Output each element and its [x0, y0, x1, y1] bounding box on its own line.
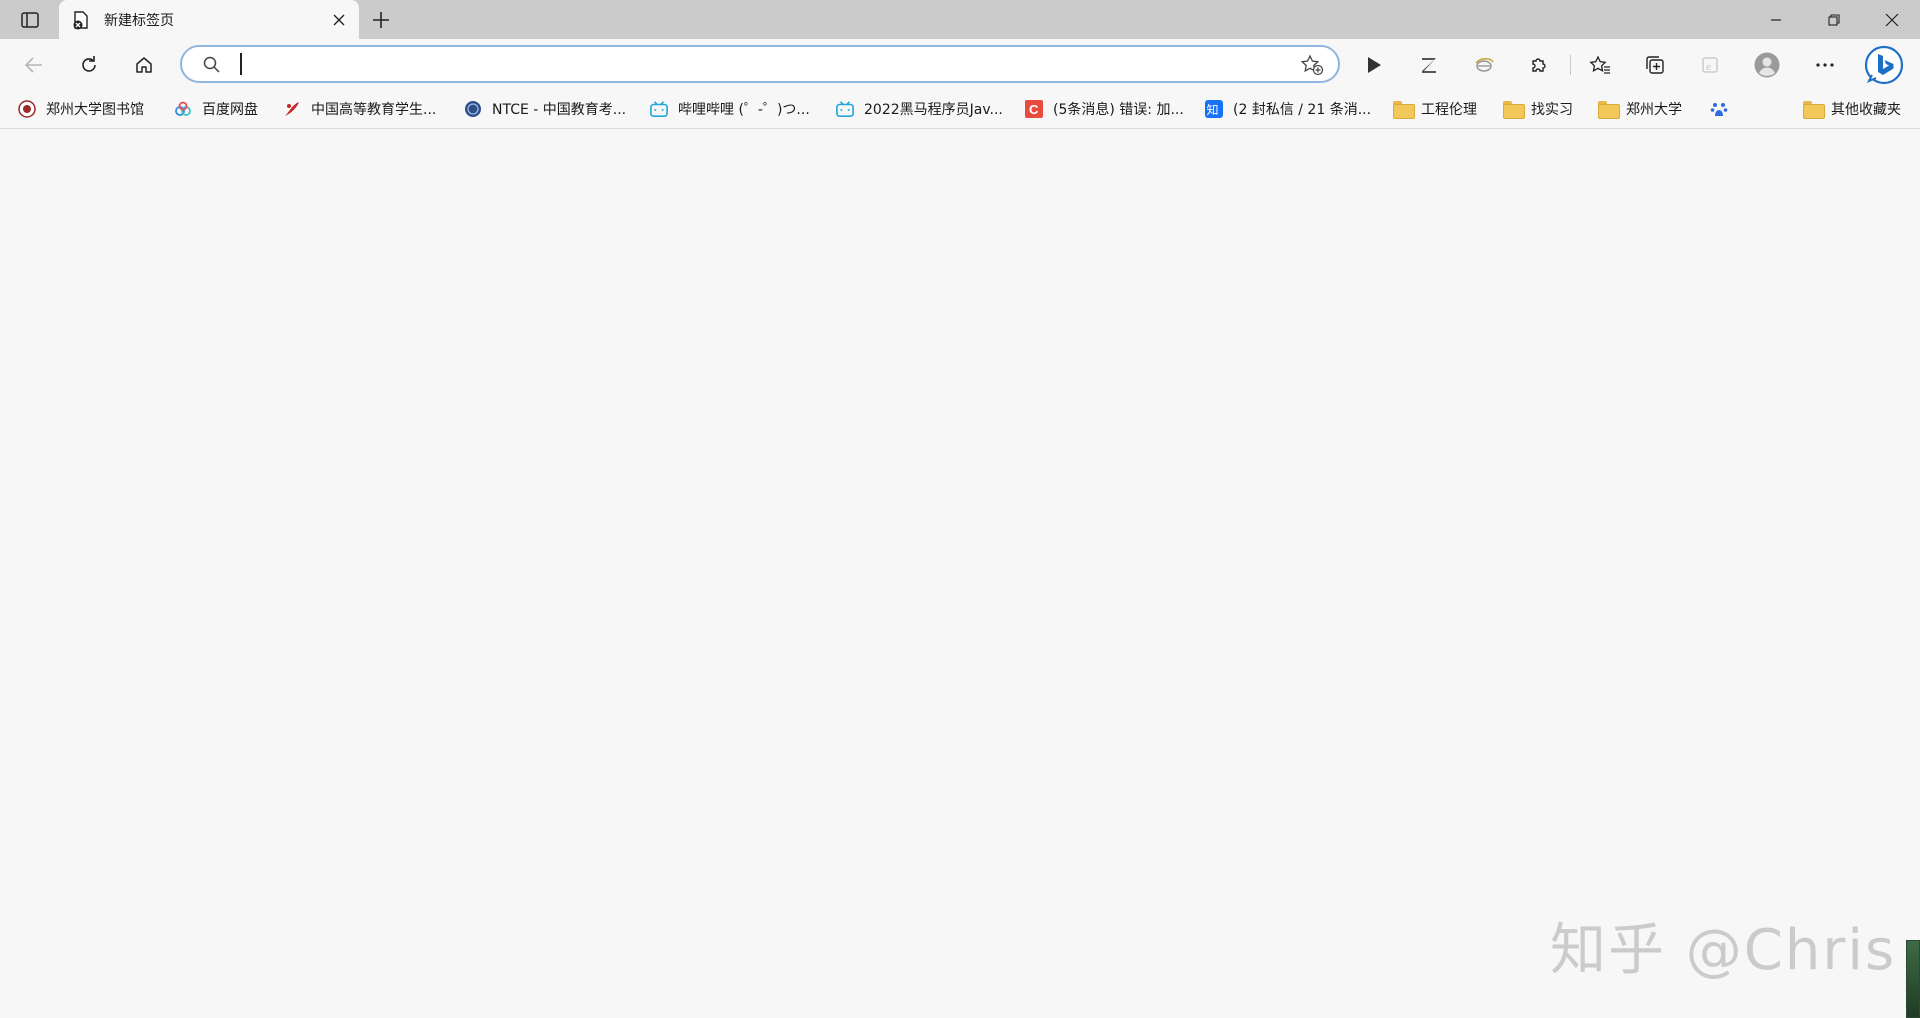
new-tab-button[interactable] — [367, 8, 395, 32]
bookmark-ntce[interactable]: NTCE - 中国教育考... — [464, 97, 626, 121]
toolbar-divider — [1570, 55, 1571, 75]
collections-button[interactable] — [1639, 49, 1671, 81]
bookmark-zzu-library[interactable]: 郑州大学图书馆 — [18, 97, 144, 121]
zhihu-icon: 知 — [1205, 100, 1223, 118]
address-input[interactable] — [240, 53, 1260, 75]
bookmark-baidu[interactable] — [1710, 97, 1738, 121]
bookmark-csdn[interactable]: C (5条消息) 错误: 加... — [1025, 97, 1184, 121]
tab-actions-button[interactable] — [14, 7, 46, 33]
folder-icon — [1598, 100, 1620, 119]
tab-new-tab[interactable]: 新建标签页 — [59, 0, 359, 39]
extensions-button[interactable] — [1523, 49, 1555, 81]
bookmark-bilibili[interactable]: 哔哩哔哩 (゜-゜)つ... — [650, 97, 810, 121]
back-arrow-icon — [24, 57, 42, 73]
plus-icon — [373, 12, 389, 28]
bookmark-label: 郑州大学 — [1626, 102, 1682, 118]
bookmark-folder-ethics[interactable]: 工程伦理 — [1393, 97, 1477, 121]
restore-button[interactable] — [1806, 0, 1862, 39]
home-icon — [136, 57, 152, 73]
extension-z-button[interactable] — [1413, 49, 1445, 81]
bing-icon — [1864, 45, 1904, 85]
folder-icon — [1393, 100, 1415, 119]
profile-button[interactable] — [1751, 49, 1783, 81]
settings-more-button[interactable] — [1809, 49, 1841, 81]
refresh-icon — [82, 56, 96, 72]
new-tab-page-content — [0, 129, 1920, 1018]
side-widget — [1906, 940, 1920, 1018]
bookmark-label: 找实习 — [1531, 102, 1573, 118]
bookmark-baidu-netdisk[interactable]: 百度网盘 — [174, 97, 258, 121]
bookmark-label: NTCE - 中国教育考... — [492, 102, 627, 118]
favorites-button[interactable] — [1584, 49, 1616, 81]
bookmark-label: 2022黑马程序员Jav... — [864, 102, 1003, 118]
window-close-icon — [1885, 13, 1899, 26]
bookmark-folder-zzu[interactable]: 郑州大学 — [1598, 97, 1682, 121]
more-options-icon — [1816, 63, 1834, 67]
baidu-paw-icon — [1710, 100, 1728, 118]
minimize-button[interactable] — [1748, 0, 1804, 39]
collections-icon — [1646, 56, 1664, 74]
new-tab-page-icon — [71, 10, 91, 30]
home-button[interactable] — [128, 49, 160, 81]
extension-ie-button[interactable] — [1468, 49, 1500, 81]
folder-icon — [1803, 100, 1825, 119]
favorites-bar: 郑州大学图书馆 百度网盘 中国高等教育学生... NTCE - 中国教育考...… — [0, 89, 1920, 129]
minimize-icon — [1771, 18, 1781, 21]
restore-icon — [1828, 13, 1840, 26]
csdn-icon: C — [1025, 100, 1043, 118]
bilibili-icon — [650, 100, 668, 118]
folder-icon — [1503, 100, 1525, 119]
close-icon[interactable] — [329, 10, 349, 30]
browser-toolbar: e — [0, 39, 1920, 89]
bookmark-label: 工程伦理 — [1421, 102, 1477, 118]
svg-text:知: 知 — [1207, 103, 1219, 117]
watermark-text: 知乎 @Chris — [1550, 918, 1897, 983]
baidu-netdisk-icon — [174, 100, 192, 118]
svg-text:C: C — [1029, 102, 1039, 117]
chsi-icon — [283, 100, 301, 118]
bookmark-heima-java[interactable]: 2022黑马程序员Jav... — [836, 97, 1003, 121]
avatar — [1754, 52, 1780, 78]
bookmark-zhihu[interactable]: 知 (2 封私信 / 21 条消... — [1205, 97, 1371, 121]
bookmark-chsi[interactable]: 中国高等教育学生... — [283, 97, 436, 121]
window-close-button[interactable] — [1864, 0, 1920, 39]
bilibili-icon — [836, 100, 854, 118]
bing-chat-button[interactable] — [1864, 45, 1904, 85]
favorites-icon — [1589, 55, 1610, 74]
bookmark-label: 哔哩哔哩 (゜-゜)つ... — [678, 102, 810, 118]
add-favorite-icon[interactable] — [1300, 54, 1324, 76]
address-bar[interactable] — [180, 45, 1340, 83]
tab-strip: 新建标签页 — [0, 0, 1920, 39]
ntce-icon — [464, 100, 482, 118]
ie-mode-icon: e — [1702, 57, 1718, 73]
bookmark-label: 郑州大学图书馆 — [46, 102, 144, 118]
tab-title: 新建标签页 — [104, 13, 174, 29]
ie-mode-extension-icon — [1475, 58, 1494, 72]
refresh-button[interactable] — [73, 49, 105, 81]
bookmark-label: (2 封私信 / 21 条消... — [1233, 102, 1372, 118]
zotero-extension-icon — [1422, 58, 1436, 73]
search-icon — [203, 56, 220, 73]
bookmark-folder-other[interactable]: 其他收藏夹 — [1803, 97, 1901, 121]
media-play-button[interactable] — [1358, 49, 1390, 81]
play-icon — [1368, 57, 1381, 73]
ie-mode-button[interactable]: e — [1694, 49, 1726, 81]
bookmark-folder-internship[interactable]: 找实习 — [1503, 97, 1573, 121]
back-button[interactable] — [18, 49, 50, 81]
zzu-library-icon — [18, 100, 36, 118]
bookmark-label: 其他收藏夹 — [1831, 102, 1901, 118]
svg-text:e: e — [1706, 61, 1711, 73]
bookmark-label: 百度网盘 — [202, 102, 258, 118]
bookmark-label: 中国高等教育学生... — [311, 102, 437, 118]
puzzle-icon — [1532, 58, 1546, 72]
bookmark-label: (5条消息) 错误: 加... — [1053, 102, 1184, 118]
tab-actions-icon — [21, 12, 39, 28]
